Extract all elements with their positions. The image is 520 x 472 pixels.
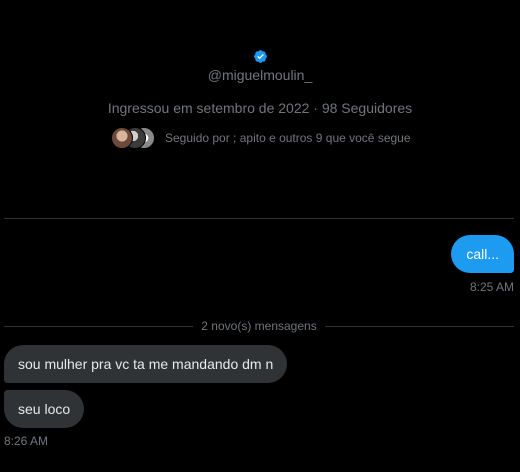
followed-by-text: Seguido por ; apito e outros 9 que você …: [165, 131, 411, 145]
incoming-message[interactable]: seu loco: [4, 390, 85, 428]
profile-joined-followers: Ingressou em setembro de 2022 · 98 Segui…: [107, 100, 413, 116]
follower-avatars: [111, 127, 155, 149]
verified-badge-icon: [254, 50, 267, 63]
new-messages-divider: 2 novo(s) mensagens: [4, 318, 514, 334]
divider-line: [324, 325, 514, 327]
outgoing-message[interactable]: call...: [451, 235, 514, 273]
dm-conversation: @miguelmoulin_ Ingressou em setembro de …: [0, 0, 520, 472]
incoming-message-time: 8:26 AM: [4, 434, 49, 448]
followed-by-row[interactable]: Seguido por ; apito e outros 9 que você …: [111, 127, 411, 149]
new-messages-label: 2 novo(s) mensagens: [201, 319, 317, 333]
outgoing-message-time: 8:25 AM: [469, 280, 514, 294]
incoming-message[interactable]: sou mulher pra vc ta me mandando dm n: [4, 345, 288, 383]
divider-line: [4, 325, 194, 327]
profile-divider: [4, 218, 514, 219]
avatar: [111, 127, 133, 149]
profile-handle[interactable]: @miguelmoulin_: [0, 67, 520, 83]
